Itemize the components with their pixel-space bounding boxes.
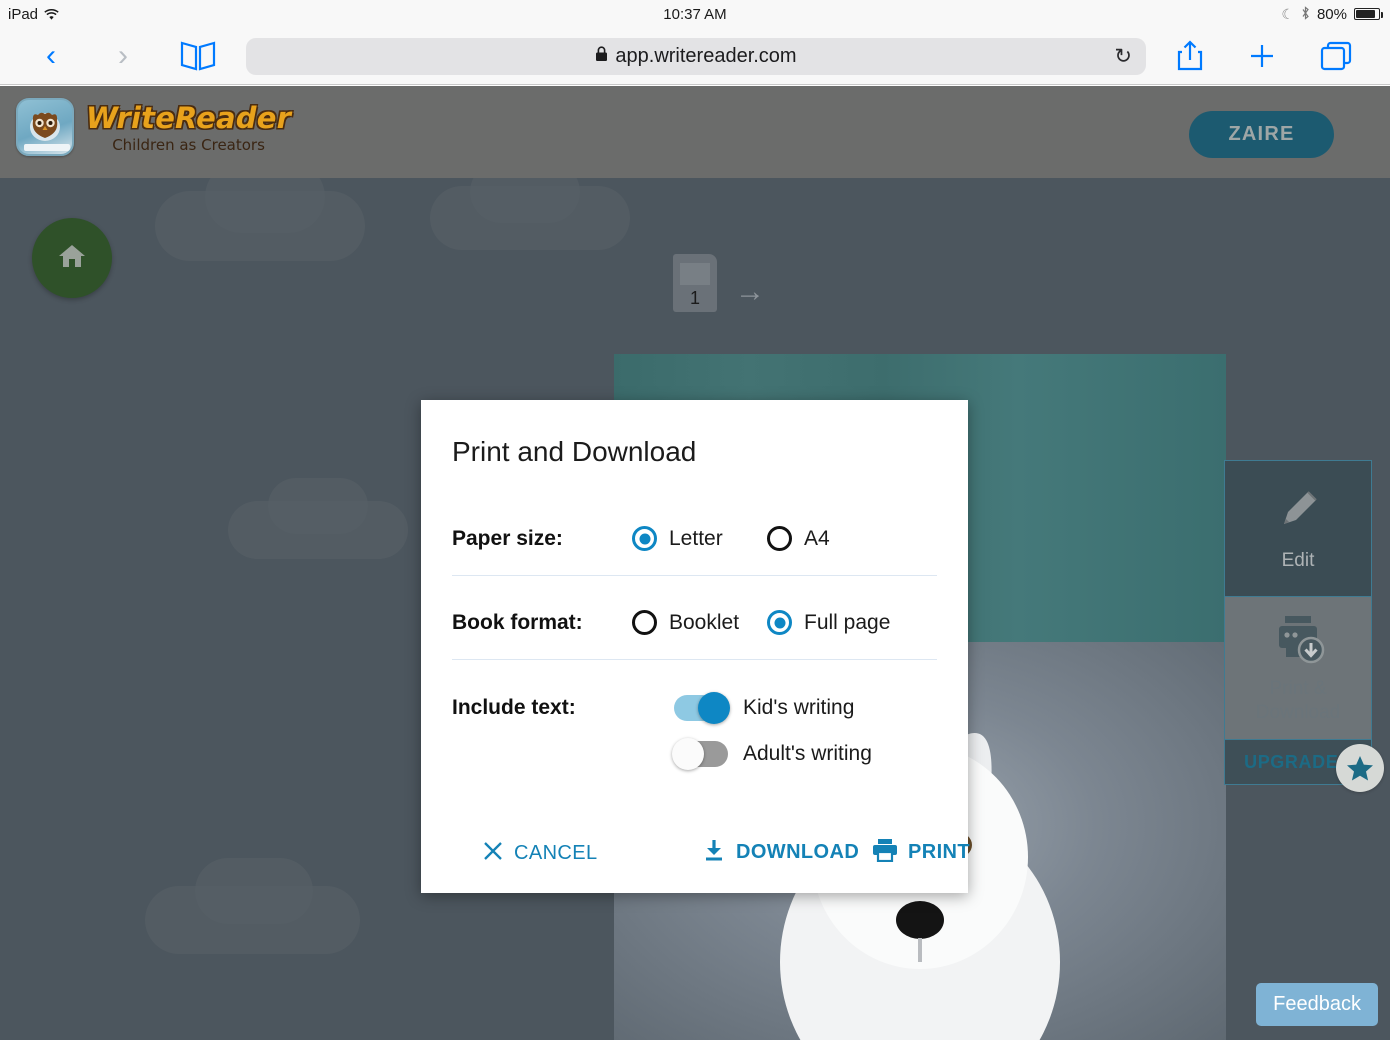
brand-name: WriteReader xyxy=(86,100,292,135)
paper-size-label: Paper size: xyxy=(452,526,563,550)
user-menu-button[interactable]: ZAIRE xyxy=(1189,111,1334,158)
print-button[interactable]: PRINT xyxy=(872,838,970,867)
sidebar-item-label: Edit xyxy=(1281,550,1315,571)
paper-size-option-letter[interactable]: Letter xyxy=(632,526,767,551)
star-icon[interactable] xyxy=(1336,744,1384,792)
book-icon[interactable] xyxy=(176,40,220,72)
divider xyxy=(452,659,937,660)
app-viewport: WriteReader Children as Creators ZAIRE 1 xyxy=(0,86,1390,1040)
adults-writing-row: Adult's writing xyxy=(452,738,937,770)
chevron-right-icon[interactable]: › xyxy=(100,41,146,71)
app-header: WriteReader Children as Creators ZAIRE xyxy=(0,86,1390,178)
divider xyxy=(452,575,937,576)
toggle-adults-writing-label: Adult's writing xyxy=(743,742,872,765)
lock-icon xyxy=(595,45,608,67)
chevron-left-icon[interactable]: ‹ xyxy=(28,41,74,71)
book-format-option-booklet[interactable]: Booklet xyxy=(632,610,767,635)
radio-a4[interactable] xyxy=(767,526,792,551)
sidebar-item-label: Print & xyxy=(1269,677,1327,699)
pencil-icon xyxy=(1272,484,1324,541)
safari-toolbar: ‹ › app.writereader.com ↻ xyxy=(0,28,1390,85)
printer-icon xyxy=(872,838,898,867)
page-navigation: 1 → xyxy=(673,254,765,312)
radio-letter[interactable] xyxy=(632,526,657,551)
tool-sidebar: Edit Print & Download UPGRADED xyxy=(1224,460,1384,792)
reload-icon[interactable]: ↻ xyxy=(1114,44,1132,69)
close-icon xyxy=(482,840,504,867)
ios-status-bar: iPad 10:37 AM ☾ 80% xyxy=(0,0,1390,28)
arrow-right-icon[interactable]: → xyxy=(735,272,765,312)
moon-icon: ☾ xyxy=(1281,5,1294,22)
radio-booklet[interactable] xyxy=(632,610,657,635)
user-name: ZAIRE xyxy=(1228,123,1295,145)
dialog-title: Print and Download xyxy=(452,436,697,467)
paper-size-option-a4[interactable]: A4 xyxy=(767,526,830,551)
safari-actions xyxy=(1176,40,1352,72)
page-thumbnail-1[interactable]: 1 xyxy=(673,254,717,312)
plus-icon[interactable] xyxy=(1248,42,1276,70)
home-icon xyxy=(57,242,87,275)
cancel-button[interactable]: CANCEL xyxy=(482,840,598,867)
print-label: PRINT xyxy=(908,841,970,863)
battery-percent: 80% xyxy=(1316,5,1347,23)
radio-a4-label: A4 xyxy=(804,526,830,550)
writereader-owl-logo-icon xyxy=(16,98,74,156)
cancel-label: CANCEL xyxy=(514,842,598,864)
toggle-adults-writing-switch[interactable] xyxy=(672,738,728,770)
sidebar-item-edit[interactable]: Edit xyxy=(1224,460,1372,596)
print-download-icon xyxy=(1269,612,1327,669)
book-format-label: Book format: xyxy=(452,610,583,634)
sidebar-item-label-line2: Download xyxy=(1255,701,1341,723)
home-button[interactable] xyxy=(32,218,112,298)
url-text: app.writereader.com xyxy=(615,44,797,67)
sidebar-item-print-download[interactable]: Print & Download xyxy=(1224,596,1372,739)
book-format-row: Book format: Booklet Full page xyxy=(452,610,937,635)
address-bar[interactable]: app.writereader.com ↻ xyxy=(246,37,1146,75)
dialog-actions: CANCEL DOWNLOAD PRINT xyxy=(452,838,970,878)
radio-booklet-label: Booklet xyxy=(669,610,740,634)
feedback-button[interactable]: Feedback xyxy=(1256,983,1378,1026)
print-and-download-dialog: Print and Download Paper size: Letter A4… xyxy=(421,400,970,893)
download-icon xyxy=(702,838,726,867)
toggle-kids-writing-label: Kid's writing xyxy=(743,696,855,719)
toggle-adults-writing[interactable]: Adult's writing xyxy=(672,738,872,770)
battery-icon xyxy=(1354,8,1383,20)
feedback-label: Feedback xyxy=(1273,993,1361,1015)
radio-full-page-label: Full page xyxy=(804,610,891,634)
paper-size-row: Paper size: Letter A4 xyxy=(452,526,937,551)
share-icon[interactable] xyxy=(1176,40,1204,72)
toggle-kids-writing[interactable]: Kid's writing xyxy=(674,692,855,724)
tabs-icon[interactable] xyxy=(1320,41,1352,71)
brand-tagline: Children as Creators xyxy=(112,135,265,154)
bluetooth-icon xyxy=(1301,5,1310,23)
page-number: 1 xyxy=(689,288,700,308)
download-label: DOWNLOAD xyxy=(736,841,860,863)
cloud-decoration xyxy=(268,478,368,534)
clock: 10:37 AM xyxy=(663,5,727,23)
cloud-decoration xyxy=(195,858,313,924)
book-format-option-full-page[interactable]: Full page xyxy=(767,610,890,635)
toggle-kids-writing-switch[interactable] xyxy=(674,692,730,724)
radio-letter-label: Letter xyxy=(669,526,723,550)
include-text-label: Include text: xyxy=(452,696,576,719)
screen: iPad 10:37 AM ☾ 80% ‹ › app.writereader.… xyxy=(0,0,1390,1040)
status-bar-right: ☾ 80% xyxy=(1281,5,1383,23)
download-button[interactable]: DOWNLOAD xyxy=(702,838,859,867)
include-text-row: Include text: Kid's writing xyxy=(452,692,937,724)
radio-full-page[interactable] xyxy=(767,610,792,635)
writereader-logo[interactable]: WriteReader Children as Creators xyxy=(16,98,291,156)
